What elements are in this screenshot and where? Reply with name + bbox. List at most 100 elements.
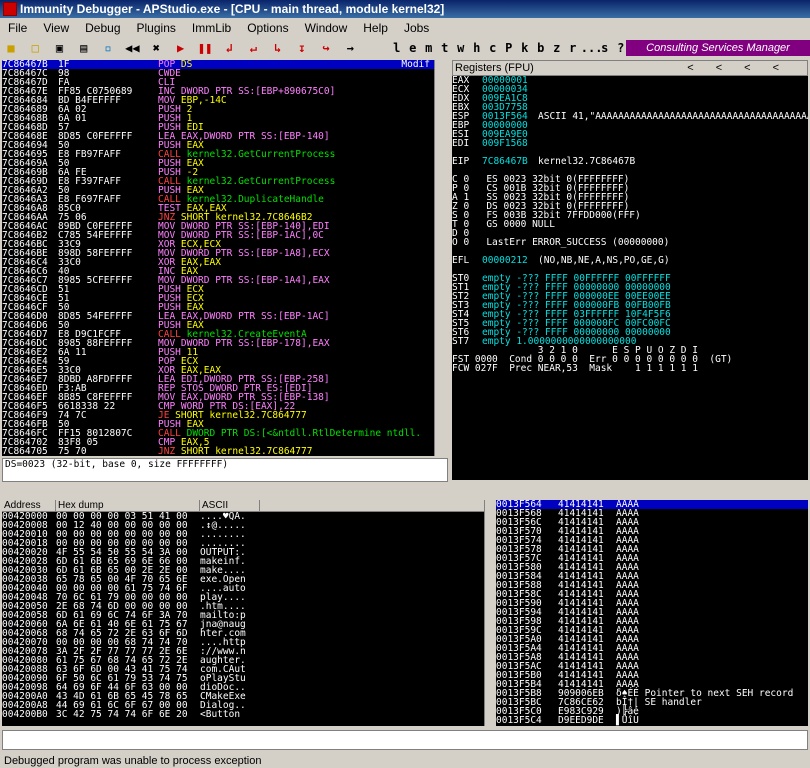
- toolbar-letter-7[interactable]: P: [501, 38, 517, 58]
- stack-row[interactable]: 0013F584 41414141 AAAA: [496, 572, 808, 582]
- toolbar-letter-2[interactable]: m: [421, 38, 437, 58]
- trace-over-icon[interactable]: ↧: [295, 38, 309, 58]
- app-icon: [3, 2, 17, 16]
- menu-window[interactable]: Window: [305, 18, 348, 38]
- toolbar-letter-1[interactable]: e: [405, 38, 421, 58]
- registers-nav[interactable]: <<<<: [687, 61, 801, 75]
- step-into-icon[interactable]: ↲: [222, 38, 236, 58]
- disasm-hex: E8 FB97FAFF: [58, 149, 121, 160]
- command-input[interactable]: [2, 730, 808, 750]
- menu-file[interactable]: File: [8, 18, 27, 38]
- register-name: EDI: [452, 138, 470, 149]
- folder-icon[interactable]: □: [28, 38, 42, 58]
- open-icon[interactable]: ■: [4, 38, 18, 58]
- register-value: 00000212: [482, 255, 528, 266]
- disasm-row[interactable]: 7C864705 75 70 JNZ SHORT kernel32.7C864777: [2, 447, 448, 456]
- consulting-services-button[interactable]: Consulting Services Manager: [626, 40, 810, 56]
- stack-row[interactable]: 0013F56C 41414141 AAAA: [496, 518, 808, 528]
- stack-row[interactable]: 0013F564 41414141 AAAA: [496, 500, 808, 509]
- toolbar-letter-4[interactable]: w: [453, 38, 469, 58]
- stop-icon[interactable]: ✖: [149, 38, 163, 58]
- stack-row[interactable]: 0013F58C 41414141 AAAA: [496, 590, 808, 600]
- cpu-disassembly-pane[interactable]: 7C86467B 1F POP DS Modif 7C86467C 98 CWDE 7C864…: [2, 60, 448, 456]
- stack-row[interactable]: 0013F5B0 41414141 AAAA: [496, 671, 808, 681]
- disasm-hex: 8D85 54FEFFFF: [58, 311, 133, 322]
- menu-options[interactable]: Options: [247, 18, 288, 38]
- step-over-icon[interactable]: ↵: [246, 38, 260, 58]
- disasm-hex: 8D85 C0FEFFFF: [58, 131, 133, 142]
- info-pane: DS=0023 (32-bit, base 0, size FFFFFFFF): [2, 458, 448, 482]
- toolbar-letter-5[interactable]: h: [469, 38, 485, 58]
- registers-title: Registers (FPU): [455, 62, 534, 74]
- dump-col-address[interactable]: Address: [2, 500, 56, 512]
- stack-value: D9EED9DE: [558, 715, 604, 726]
- stack-row[interactable]: 0013F588 41414141 AAAA: [496, 581, 808, 591]
- stack-row[interactable]: 0013F578 41414141 AAAA: [496, 545, 808, 555]
- toolbar-letter-6[interactable]: c: [485, 38, 501, 58]
- flag-line: O 0 LastErr ERROR_SUCCESS (00000000): [452, 237, 670, 248]
- dump-hex: 3C 42 75 74 74 6F 6E 20: [56, 709, 188, 720]
- register-efl[interactable]: EFL 00000212 (NO,NB,NE,A,NS,PO,GE,G): [452, 255, 808, 266]
- attach-icon[interactable]: ▫: [101, 38, 115, 58]
- restart-icon[interactable]: ▣: [52, 38, 66, 58]
- dump-header: Address Hex dump ASCII: [2, 500, 484, 512]
- stack-row[interactable]: 0013F580 41414141 AAAA: [496, 563, 808, 573]
- stack-row[interactable]: 0013F590 41414141 AAAA: [496, 599, 808, 609]
- close-icon[interactable]: ▤: [77, 38, 91, 58]
- dump-ascii: <Button: [200, 709, 246, 720]
- dump-col-hex-dump[interactable]: Hex dump: [56, 500, 200, 512]
- stack-row[interactable]: 0013F5C0 E983C929)╠âé: [496, 707, 808, 717]
- stack-row[interactable]: 0013F5A8 41414141 AAAA: [496, 653, 808, 663]
- toolbar-letter-13[interactable]: s: [597, 38, 613, 58]
- toolbar-letter-8[interactable]: k: [517, 38, 533, 58]
- play-icon[interactable]: ▶: [174, 38, 188, 58]
- hex-dump-pane[interactable]: 00420000 00 00 00 00 03 51 41 00 ....♥QA. 0…: [2, 512, 484, 726]
- stack-row[interactable]: 0013F57C 41414141 AAAA: [496, 554, 808, 564]
- stack-row[interactable]: 0013F594 41414141 AAAA: [496, 608, 808, 618]
- menu-plugins[interactable]: Plugins: [137, 18, 176, 38]
- disasm-hex: 6A 01: [58, 113, 87, 124]
- menu-immlib[interactable]: ImmLib: [192, 18, 231, 38]
- stack-row[interactable]: 0013F598 41414141 AAAA: [496, 617, 808, 627]
- rewind-icon[interactable]: ◀◀: [125, 38, 139, 58]
- registers-pane[interactable]: EAX 00000001 ECX 00000034 EDX 009EA1C8 EBX 003D…: [452, 76, 808, 480]
- menu-help[interactable]: Help: [363, 18, 388, 38]
- registers-header: Registers (FPU) <<<<: [452, 60, 808, 76]
- toolbar-letter-9[interactable]: b: [533, 38, 549, 58]
- toolbar-letter-11[interactable]: r: [565, 38, 581, 58]
- stack-row[interactable]: 0013F570 41414141 AAAA: [496, 527, 808, 537]
- toolbar-letter-10[interactable]: z: [549, 38, 565, 58]
- dump-row[interactable]: 004200B0 3C 42 75 74 74 6F 6E 20 <Button: [2, 709, 484, 720]
- stack-row[interactable]: 0013F574 41414141 AAAA: [496, 536, 808, 546]
- toolbar-letter-3[interactable]: t: [437, 38, 453, 58]
- register-comment: kernel32.7C86467B: [538, 156, 636, 167]
- register-edi[interactable]: EDI 009F1568: [452, 138, 808, 149]
- disasm-hex: 51: [58, 293, 70, 304]
- toolbar-letter-12[interactable]: ...: [581, 38, 603, 58]
- cpu-scrollbar[interactable]: [434, 60, 448, 456]
- goto-icon[interactable]: →: [343, 38, 357, 58]
- stack-row[interactable]: 0013F5C4 D9EED9DE ▌ÙîÙ: [496, 715, 808, 726]
- stack-row[interactable]: 0013F59C 41414141 AAAA: [496, 626, 808, 636]
- stack-row[interactable]: 0013F5AC 41414141 AAAA: [496, 662, 808, 672]
- register-value: 7C86467B: [482, 156, 528, 167]
- menu-view[interactable]: View: [43, 18, 69, 38]
- disasm-hex: E8 F397FAFF: [58, 176, 121, 187]
- stack-row[interactable]: 0013F5A0 41414141 AAAA: [496, 635, 808, 645]
- menu-debug[interactable]: Debug: [85, 18, 120, 38]
- trace-into-icon[interactable]: ↳: [271, 38, 285, 58]
- toolbar-letter-0[interactable]: l: [389, 38, 405, 58]
- stack-row[interactable]: 0013F568 41414141 AAAA: [496, 509, 808, 519]
- window-title: Immunity Debugger - APStudio.exe - [CPU …: [20, 2, 445, 16]
- stack-row[interactable]: 0013F5BC 7C86CE62 bÎ†| SE handler: [496, 698, 808, 708]
- return-icon[interactable]: ↪: [319, 38, 333, 58]
- menu-jobs[interactable]: Jobs: [404, 18, 429, 38]
- pause-icon[interactable]: ❚❚: [198, 38, 212, 58]
- stack-row[interactable]: 0013F5A4 41414141 AAAA: [496, 644, 808, 654]
- register-eip[interactable]: EIP 7C86467B kernel32.7C86467B: [452, 156, 808, 167]
- dump-scrollbar[interactable]: [484, 500, 496, 726]
- register-value: 009F1568: [482, 138, 528, 149]
- stack-pane[interactable]: 0013F564 41414141 AAAA 0013F568 41414141 AAAA…: [496, 500, 808, 726]
- dump-col-ascii[interactable]: ASCII: [200, 500, 260, 512]
- dump-address: 004200B0: [2, 709, 48, 720]
